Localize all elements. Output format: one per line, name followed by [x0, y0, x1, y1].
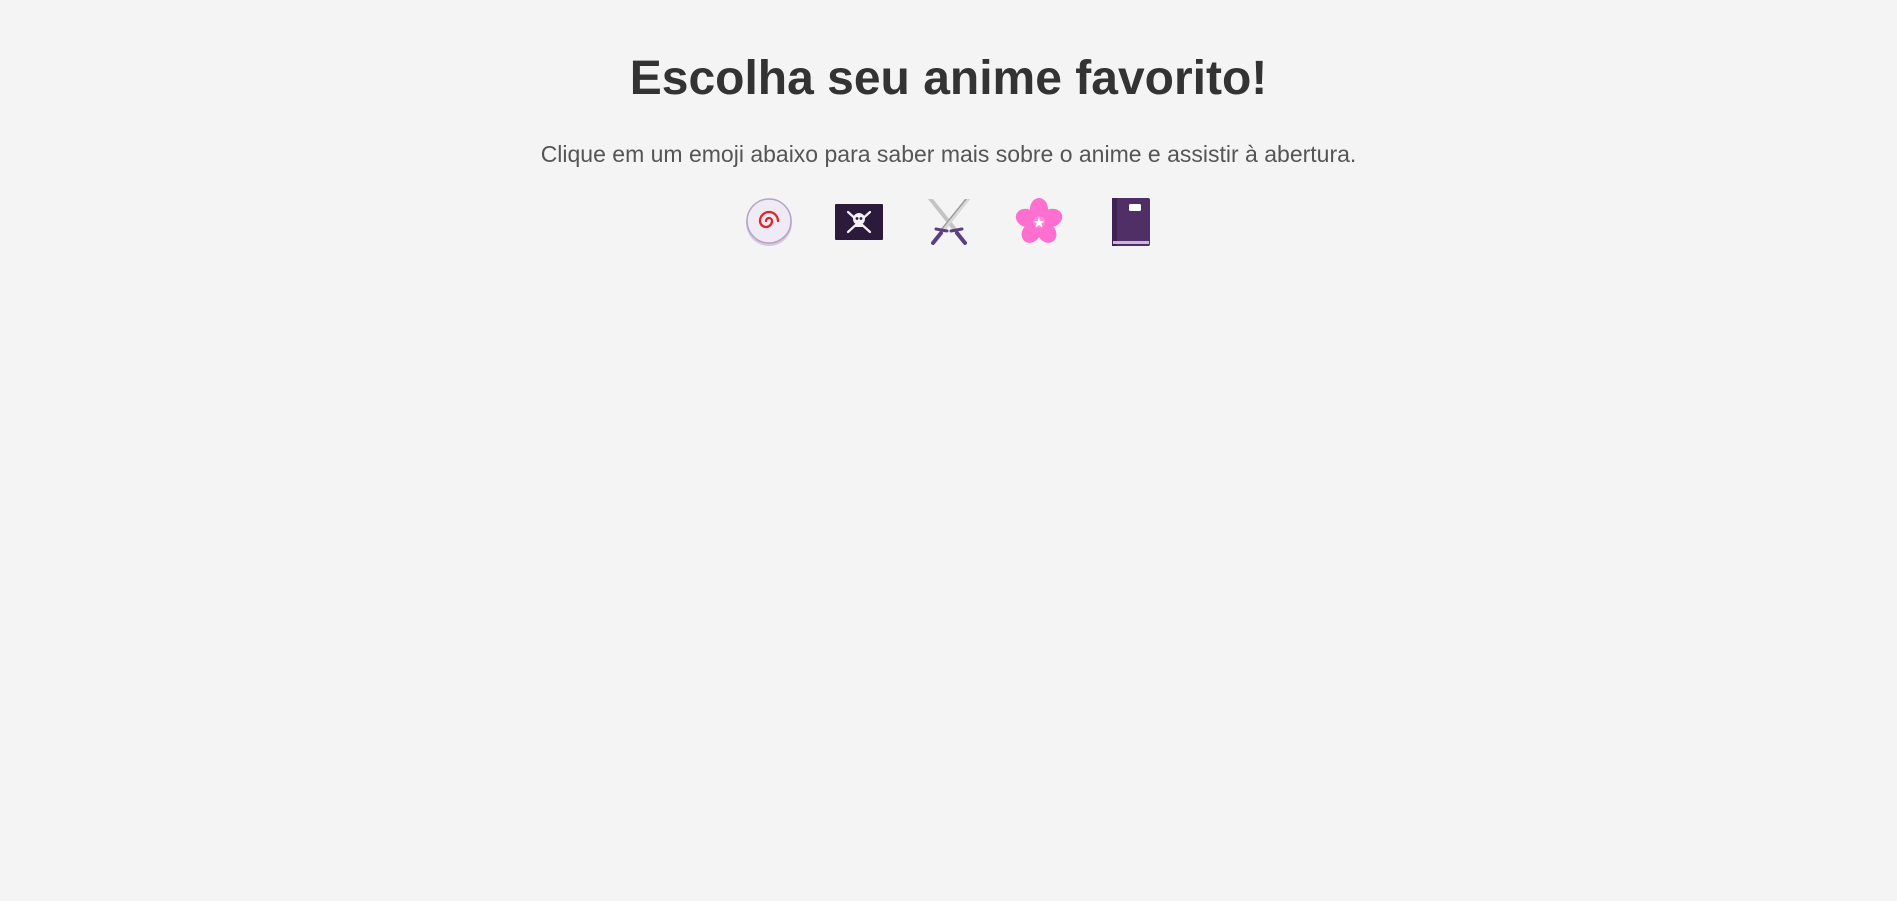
emoji-button-one-piece[interactable]: [834, 196, 884, 248]
crossed-swords-icon: [924, 196, 974, 248]
emoji-row: [0, 196, 1897, 250]
fishcake-swirl-icon: [744, 196, 794, 248]
emoji-button-swords[interactable]: [924, 196, 974, 248]
emoji-button-naruto[interactable]: [744, 196, 794, 248]
emoji-button-blossom[interactable]: [1014, 196, 1064, 248]
page: Escolha seu anime favorito! Clique em um…: [0, 0, 1897, 901]
cherry-blossom-icon: [1014, 196, 1064, 248]
emoji-button-notebook[interactable]: [1104, 196, 1154, 248]
pirate-flag-icon: [834, 196, 884, 248]
page-title: Escolha seu anime favorito!: [629, 52, 1268, 105]
page-subtitle: Clique em um emoji abaixo para saber mai…: [540, 141, 1357, 167]
notebook-icon: [1104, 196, 1154, 248]
